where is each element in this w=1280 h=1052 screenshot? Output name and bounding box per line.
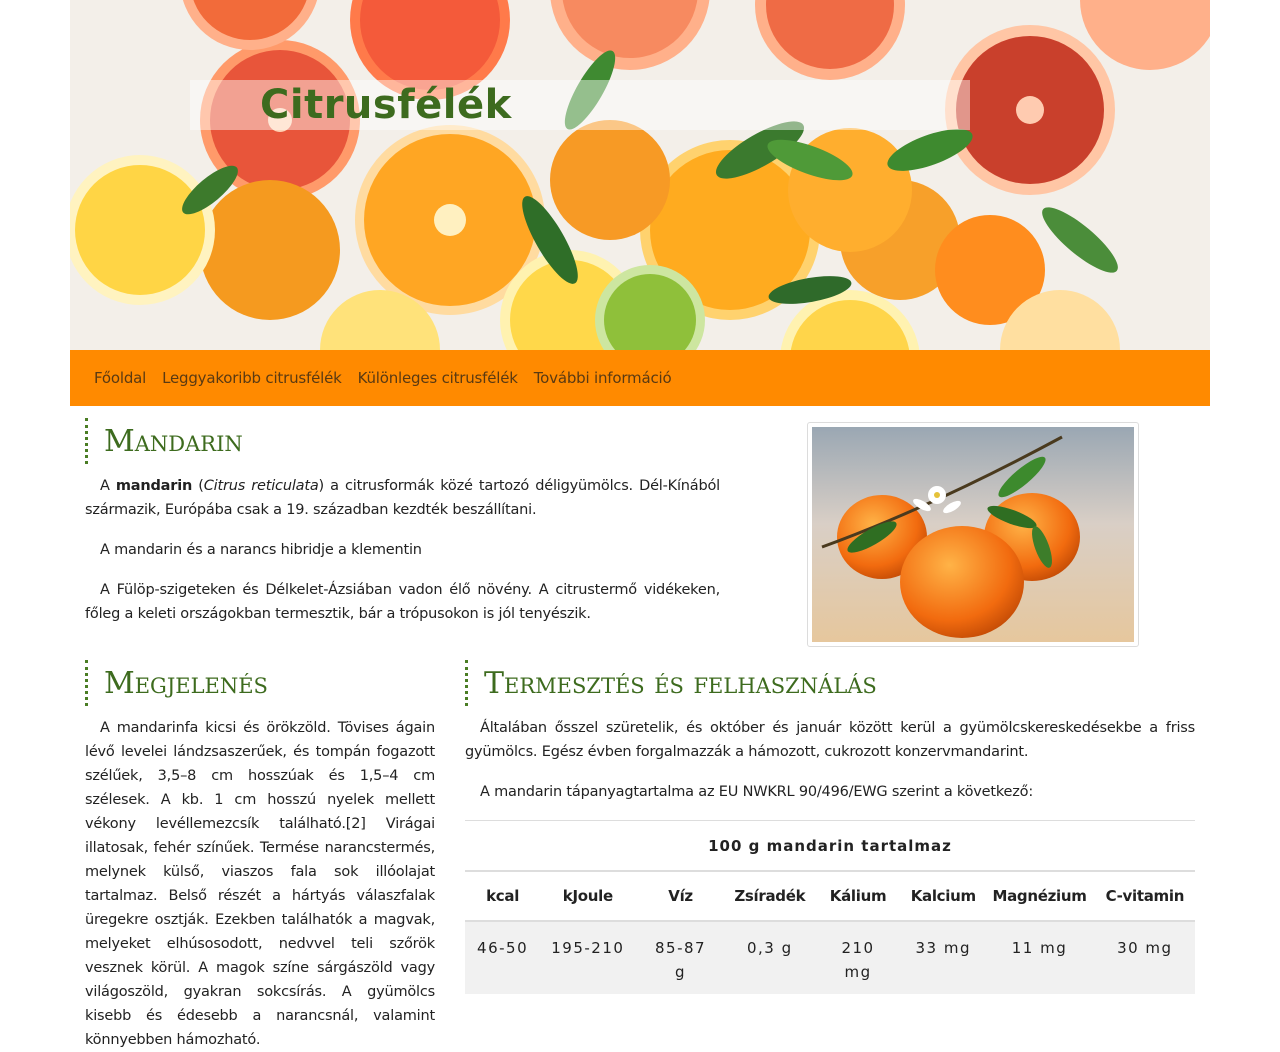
- nav-item-special-citrus[interactable]: Különleges citrusfélék: [358, 369, 518, 387]
- main-nav: Főoldal Leggyakoribb citrusfélék Különle…: [70, 350, 1210, 406]
- cell-kalium: 210 mg: [813, 921, 903, 994]
- text-span: A: [100, 478, 116, 494]
- cell-zsiradek: 0,3 g: [725, 921, 814, 994]
- nutrition-header-row: kcal kJoule Víz Zsíradék Kálium Kalcium …: [465, 870, 1195, 922]
- cell-kalcium: 33 mg: [902, 921, 985, 994]
- nutrition-table-caption: 100 g mandarin tartalmaz: [465, 820, 1195, 870]
- cell-viz: 85-87 g: [635, 921, 726, 994]
- header-zsiradek: Zsíradék: [725, 870, 814, 922]
- termesztes-heading: Termesztés és felhasználás: [465, 660, 1195, 706]
- header-kalium: Kálium: [813, 870, 903, 922]
- header-kalcium: Kalcium: [902, 870, 985, 922]
- nav-item-home[interactable]: Főoldal: [94, 369, 146, 387]
- termesztes-paragraph-1: Általában ősszel szüretelik, és október …: [465, 720, 1195, 760]
- cell-magnezium: 11 mg: [984, 921, 1095, 994]
- citrus-hero-image: [70, 0, 1210, 350]
- mandarin-bold-term: mandarin: [115, 478, 193, 494]
- cell-kjoule: 195-210: [540, 921, 636, 994]
- cell-kcal: 46-50: [465, 921, 541, 994]
- header-viz: Víz: [635, 870, 726, 922]
- hero-banner: Citrusfélék: [70, 0, 1210, 350]
- megjelenes-heading: Megjelenés: [85, 660, 435, 706]
- cell-c-vitamin: 30 mg: [1094, 921, 1195, 994]
- nav-item-common-citrus[interactable]: Leggyakoribb citrusfélék: [162, 369, 342, 387]
- mandarin-photo-image: [812, 427, 1134, 642]
- mandarin-latin-name: Citrus reticulata: [203, 478, 319, 494]
- nutrition-table: 100 g mandarin tartalmaz kcal kJoule Víz…: [465, 820, 1195, 994]
- mandarin-paragraph-2: A mandarin és a narancs hibridje a kleme…: [100, 542, 422, 558]
- section-mandarin: Mandarin A mandarin (Citrus reticulata) …: [85, 418, 720, 626]
- site-title: Citrusfélék: [260, 82, 512, 128]
- mandarin-photo: [807, 422, 1139, 647]
- header-kcal: kcal: [465, 870, 541, 922]
- megjelenes-paragraph: A mandarinfa kicsi és örökzöld. Tövises …: [85, 720, 435, 1048]
- header-c-vitamin: C-vitamin: [1094, 870, 1195, 922]
- mandarin-paragraph-1: A mandarin (Citrus reticulata) a citrusf…: [85, 474, 720, 522]
- termesztes-paragraph-2: A mandarin tápanyagtartalma az EU NWKRL …: [480, 784, 1034, 800]
- mandarin-heading: Mandarin: [85, 418, 720, 464]
- header-kjoule: kJoule: [540, 870, 636, 922]
- section-termesztes: Termesztés és felhasználás Általában őss…: [465, 660, 1195, 994]
- table-row: 46-50 195-210 85-87 g 0,3 g 210 mg 33 mg…: [465, 921, 1195, 994]
- header-magnezium: Magnézium: [984, 870, 1095, 922]
- text-span: (: [192, 478, 204, 494]
- mandarin-paragraph-3: A Fülöp-szigeteken és Délkelet-Ázsiában …: [85, 582, 720, 622]
- nav-item-more-info[interactable]: További információ: [534, 369, 672, 387]
- page: Citrusfélék Főoldal Leggyakoribb citrusf…: [70, 0, 1210, 1048]
- section-megjelenes: Megjelenés A mandarinfa kicsi és örökzöl…: [85, 660, 435, 1052]
